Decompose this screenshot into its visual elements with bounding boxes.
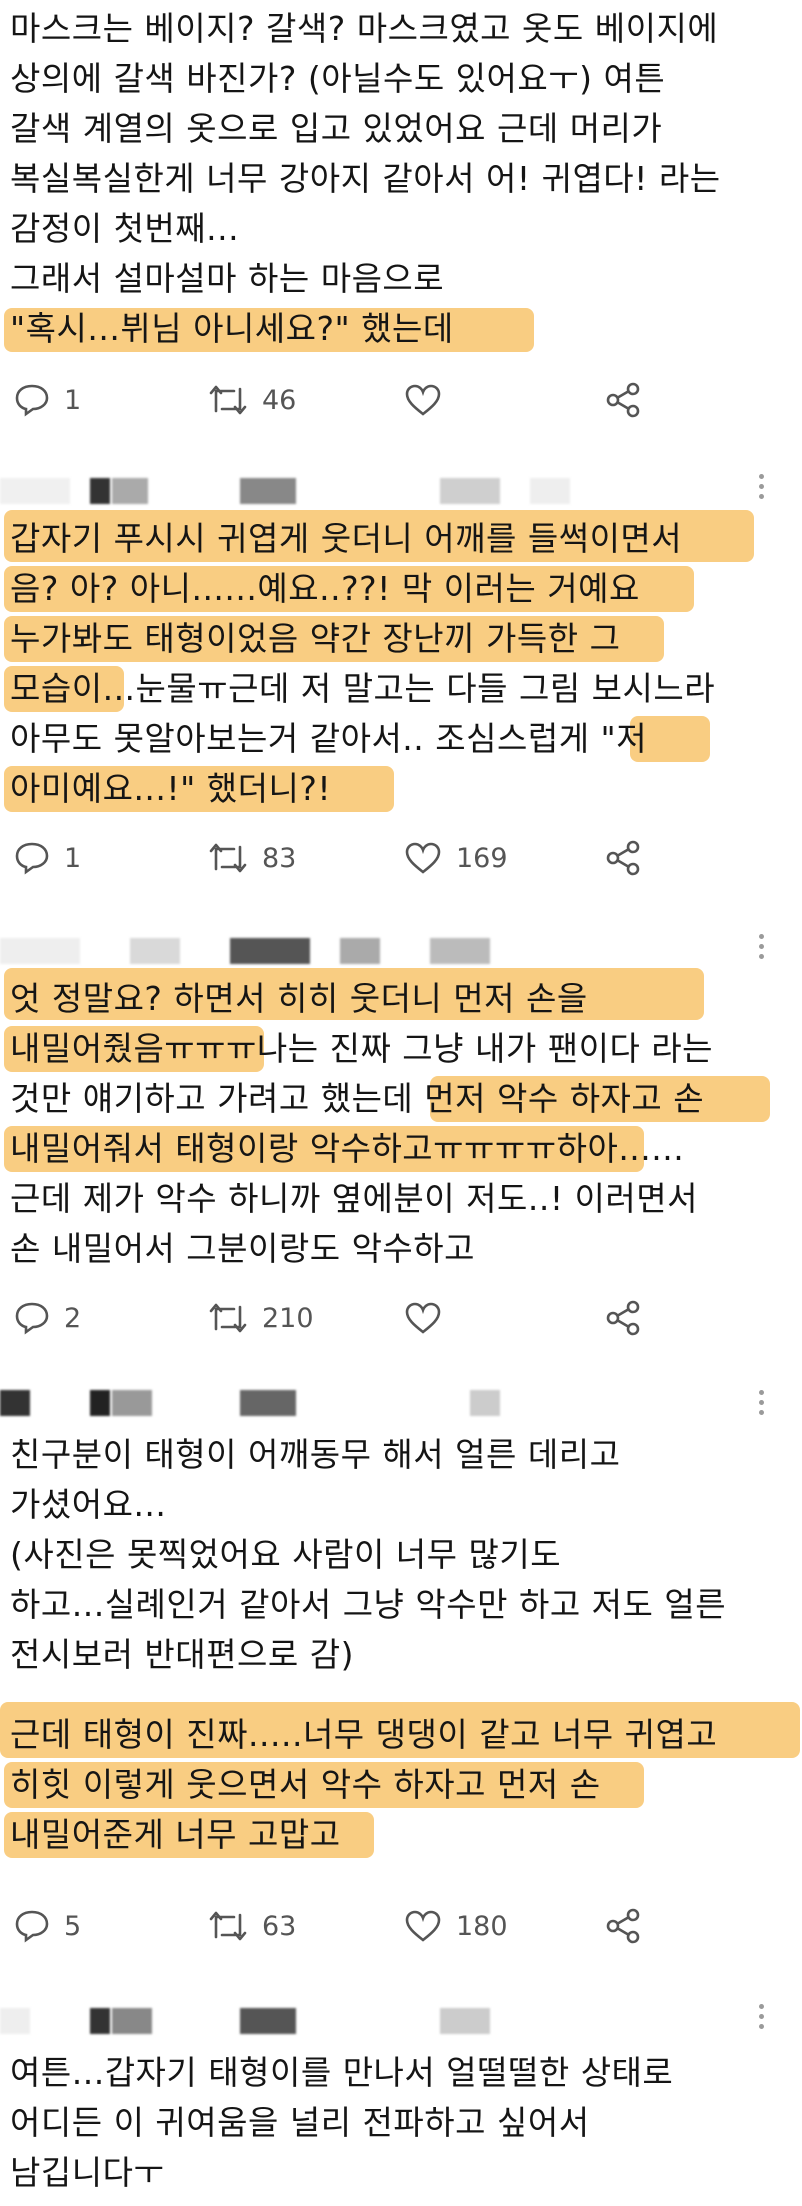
reply-icon: [15, 1910, 49, 1943]
tweet-line: "혹시...뷔님 아니세요?" 했는데: [4, 304, 780, 354]
tweet-line: 근데 제가 악수 하니까 옆에분이 저도..! 이러면서: [10, 1179, 698, 1218]
share-button[interactable]: [604, 840, 642, 876]
tweet-line: 손 내밀어서 그분이랑도 악수하고: [10, 1229, 476, 1268]
tweet-actions: 1 83 169: [14, 838, 654, 878]
tweet-line: 내밀어준게 너무 고맙고: [4, 1810, 780, 1860]
retweet-button[interactable]: 83: [208, 841, 296, 875]
tweet-line: 가셨어요...: [10, 1485, 167, 1524]
tweet-line: 아미예요...!" 했더니?!: [4, 764, 780, 814]
tweet-line: 상의에 갈색 바진가? (아닐수도 있어요ㅜ) 여튼: [10, 59, 666, 98]
retweet-icon: [209, 843, 247, 873]
like-count: 180: [456, 1910, 508, 1942]
tweet-line: 갑자기 푸시시 귀엽게 웃더니 어깨를 들썩이면서: [4, 510, 780, 564]
tweet-line: 근데 태형이 진짜.....너무 댕댕이 같고 너무 귀엽고: [0, 1702, 800, 1760]
retweet-icon: [209, 1911, 247, 1941]
tweet-line: 갈색 계열의 옷으로 입고 있었어요 근데 머리가: [10, 109, 663, 148]
tweet-line: 하고...실례인거 같아서 그냥 악수만 하고 저도 얼른: [10, 1585, 727, 1624]
tweet-line: 누가봐도 태형이었음 약간 장난끼 가득한 그: [4, 614, 780, 664]
more-options-icon[interactable]: [758, 934, 764, 959]
tweet-line: 그래서 설마설마 하는 마음으로: [10, 259, 445, 298]
blurred-username: [0, 474, 600, 508]
share-icon: [606, 382, 640, 418]
share-button[interactable]: [604, 1300, 642, 1336]
tweet-line: 내밀어줬음ㅠㅠㅠ나는 진짜 그냥 내가 팬이다 라는: [4, 1024, 780, 1074]
tweet-line: 히힛 이렇게 웃으면서 악수 하자고 먼저 손: [4, 1760, 780, 1810]
blurred-username: [0, 2004, 600, 2038]
more-options-icon[interactable]: [758, 474, 764, 499]
retweet-icon: [209, 385, 247, 415]
tweet-line: 감정이 첫번째...: [10, 209, 240, 248]
tweet-line: 남깁니다ㅜ: [10, 2153, 165, 2192]
more-options-icon[interactable]: [758, 2004, 764, 2029]
blurred-username: [0, 934, 600, 968]
tweet-line: 모습이...눈물ㅠ근데 저 말고는 다들 그림 보시느라: [4, 664, 780, 714]
retweet-count: 46: [262, 384, 297, 416]
share-icon: [606, 840, 640, 876]
tweet-line: 복실복실한게 너무 강아지 같아서 어! 귀엽다! 라는: [10, 159, 721, 198]
reply-button[interactable]: 1: [14, 841, 81, 875]
heart-icon: [405, 384, 441, 416]
reply-count: 1: [64, 842, 82, 874]
retweet-count: 83: [262, 842, 297, 874]
like-button[interactable]: 180: [404, 1909, 508, 1943]
share-icon: [606, 1908, 640, 1944]
reply-count: 2: [64, 1302, 82, 1334]
like-button[interactable]: 169: [404, 841, 508, 875]
tweet-line: 것만 얘기하고 가려고 했는데 먼저 악수 하자고 손: [10, 1074, 780, 1124]
tweet-line: 친구분이 태형이 어깨동무 해서 얼른 데리고: [10, 1435, 621, 1474]
share-icon: [606, 1300, 640, 1336]
tweet-line: 마스크는 베이지? 갈색? 마스크였고 옷도 베이지에: [10, 9, 719, 48]
retweet-count: 210: [262, 1302, 314, 1334]
reply-icon: [15, 384, 49, 417]
tweet-line: 아무도 못알아보는거 같아서.. 조심스럽게 "저: [10, 714, 780, 764]
reply-button[interactable]: 1: [14, 383, 81, 417]
heart-icon: [405, 1910, 441, 1942]
tweet-actions: 2 210: [14, 1298, 654, 1338]
tweet-actions: 5 63 180: [14, 1906, 654, 1946]
more-options-icon[interactable]: [758, 1390, 764, 1415]
reply-count: 5: [64, 1910, 82, 1942]
retweet-button[interactable]: 46: [208, 383, 296, 417]
tweet-actions: 1 46: [14, 380, 654, 420]
like-count: 169: [456, 842, 508, 874]
reply-button[interactable]: 5: [14, 1909, 81, 1943]
tweet-line: 어디든 이 귀여움을 널리 전파하고 싶어서: [10, 2103, 590, 2142]
tweet-line: (사진은 못찍었어요 사람이 너무 많기도: [10, 1535, 562, 1574]
tweet-line: 음? 아? 아니......예요..??! 막 이러는 거예요: [4, 564, 780, 614]
reply-icon: [15, 842, 49, 875]
tweet-thread: 마스크는 베이지? 갈색? 마스크였고 옷도 베이지에 상의에 갈색 바진가? …: [0, 0, 802, 2206]
reply-icon: [15, 1302, 49, 1335]
like-button[interactable]: [404, 1301, 456, 1335]
retweet-button[interactable]: 210: [208, 1301, 314, 1335]
tweet-line: 내밀어줘서 태형이랑 악수하고ㅠㅠㅠㅠ하아......: [4, 1124, 780, 1174]
heart-icon: [405, 842, 441, 874]
retweet-icon: [209, 1303, 247, 1333]
share-button[interactable]: [604, 1908, 642, 1944]
tweet-line: 여튼...갑자기 태형이를 만나서 얼떨떨한 상태로: [10, 2053, 674, 2092]
retweet-button[interactable]: 63: [208, 1909, 296, 1943]
heart-icon: [405, 1302, 441, 1334]
reply-count: 1: [64, 384, 82, 416]
retweet-count: 63: [262, 1910, 297, 1942]
reply-button[interactable]: 2: [14, 1301, 81, 1335]
blurred-username: [0, 1386, 600, 1420]
like-button[interactable]: [404, 383, 456, 417]
tweet-line: 전시보러 반대편으로 감): [10, 1635, 354, 1674]
tweet-line: 엇 정말요? 하면서 히히 웃더니 먼저 손을: [4, 968, 780, 1024]
share-button[interactable]: [604, 382, 642, 418]
